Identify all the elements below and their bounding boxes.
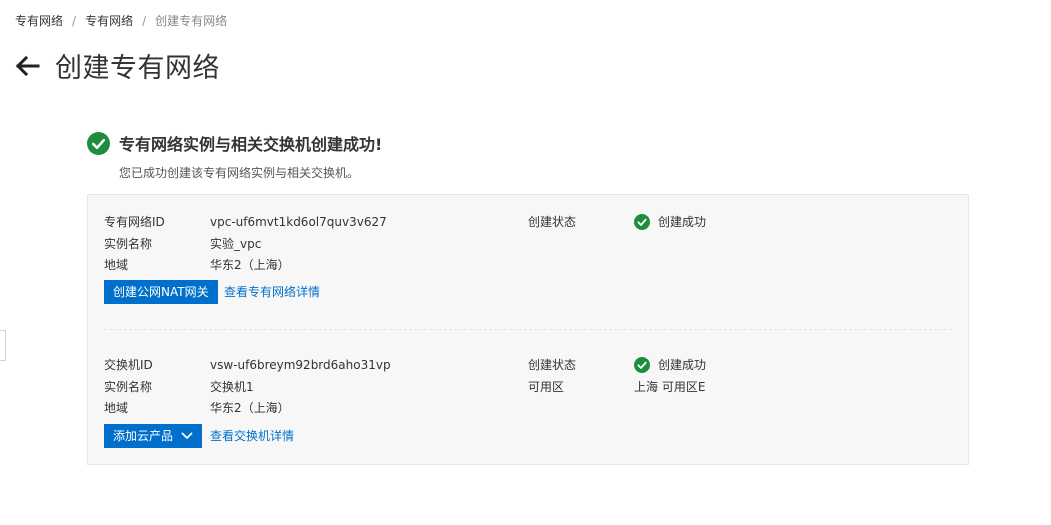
check-circle-icon bbox=[634, 357, 650, 373]
vswitch-status-value: 创建成功 bbox=[634, 357, 706, 373]
vswitch-zone-value: 上海 可用区E bbox=[634, 380, 706, 394]
vswitch-status-text: 创建成功 bbox=[658, 358, 707, 372]
vpc-name-value: 实验_vpc bbox=[210, 237, 262, 251]
vswitch-name-label: 实例名称 bbox=[104, 380, 153, 394]
vswitch-id-value: vsw-uf6breym92brd6aho31vp bbox=[210, 358, 391, 372]
view-vpc-details-link[interactable]: 查看专有网络详情 bbox=[224, 280, 320, 304]
sidebar-toggle-handle[interactable] bbox=[0, 330, 6, 361]
breadcrumb: 专有网络 / 专有网络 / 创建专有网络 bbox=[15, 12, 227, 29]
vpc-status-text: 创建成功 bbox=[658, 215, 707, 229]
add-cloud-product-label: 添加云产品 bbox=[113, 429, 174, 443]
result-title: 专有网络实例与相关交换机创建成功! bbox=[119, 135, 383, 154]
check-circle-icon bbox=[87, 131, 110, 155]
result-subtitle: 您已成功创建该专有网络实例与相关交换机。 bbox=[119, 166, 360, 180]
vswitch-name-value: 交换机1 bbox=[210, 380, 254, 394]
create-nat-gateway-button[interactable]: 创建公网NAT网关 bbox=[104, 280, 218, 304]
view-vswitch-details-link[interactable]: 查看交换机详情 bbox=[210, 424, 294, 448]
breadcrumb-separator: / bbox=[142, 13, 147, 28]
add-cloud-product-button[interactable]: 添加云产品 bbox=[104, 424, 203, 448]
vswitch-region-label: 地域 bbox=[104, 401, 129, 415]
breadcrumb-item-vpc[interactable]: 专有网络 bbox=[15, 12, 63, 29]
breadcrumb-separator: / bbox=[72, 13, 77, 28]
vpc-id-value: vpc-uf6mvt1kd6ol7quv3v627 bbox=[210, 215, 387, 229]
page-header: 创建专有网络 bbox=[15, 46, 220, 85]
page-title: 创建专有网络 bbox=[55, 53, 220, 84]
result-header: 专有网络实例与相关交换机创建成功! bbox=[87, 131, 382, 155]
vswitch-status-label: 创建状态 bbox=[528, 358, 577, 372]
vswitch-zone-label: 可用区 bbox=[528, 380, 565, 394]
vswitch-region-value: 华东2（上海） bbox=[210, 401, 290, 415]
vpc-id-label: 专有网络ID bbox=[104, 215, 165, 229]
vswitch-id-label: 交换机ID bbox=[104, 358, 153, 372]
section-divider bbox=[104, 329, 952, 330]
vpc-status-label: 创建状态 bbox=[528, 215, 577, 229]
check-circle-icon bbox=[634, 214, 650, 230]
vpc-name-label: 实例名称 bbox=[104, 237, 153, 251]
chevron-down-icon bbox=[181, 430, 193, 442]
page: 专有网络 / 专有网络 / 创建专有网络 创建专有网络 专有网络实例与相关交换机… bbox=[0, 0, 1051, 525]
vpc-region-label: 地域 bbox=[104, 258, 129, 272]
vpc-region-value: 华东2（上海） bbox=[210, 258, 290, 272]
result-detail-panel: 专有网络ID vpc-uf6mvt1kd6ol7quv3v627 创建状态 创建… bbox=[87, 194, 969, 465]
vpc-status-value: 创建成功 bbox=[634, 214, 706, 230]
arrow-left-icon[interactable] bbox=[15, 53, 41, 79]
breadcrumb-item-vpc-list[interactable]: 专有网络 bbox=[85, 12, 133, 29]
breadcrumb-current: 创建专有网络 bbox=[155, 14, 228, 28]
